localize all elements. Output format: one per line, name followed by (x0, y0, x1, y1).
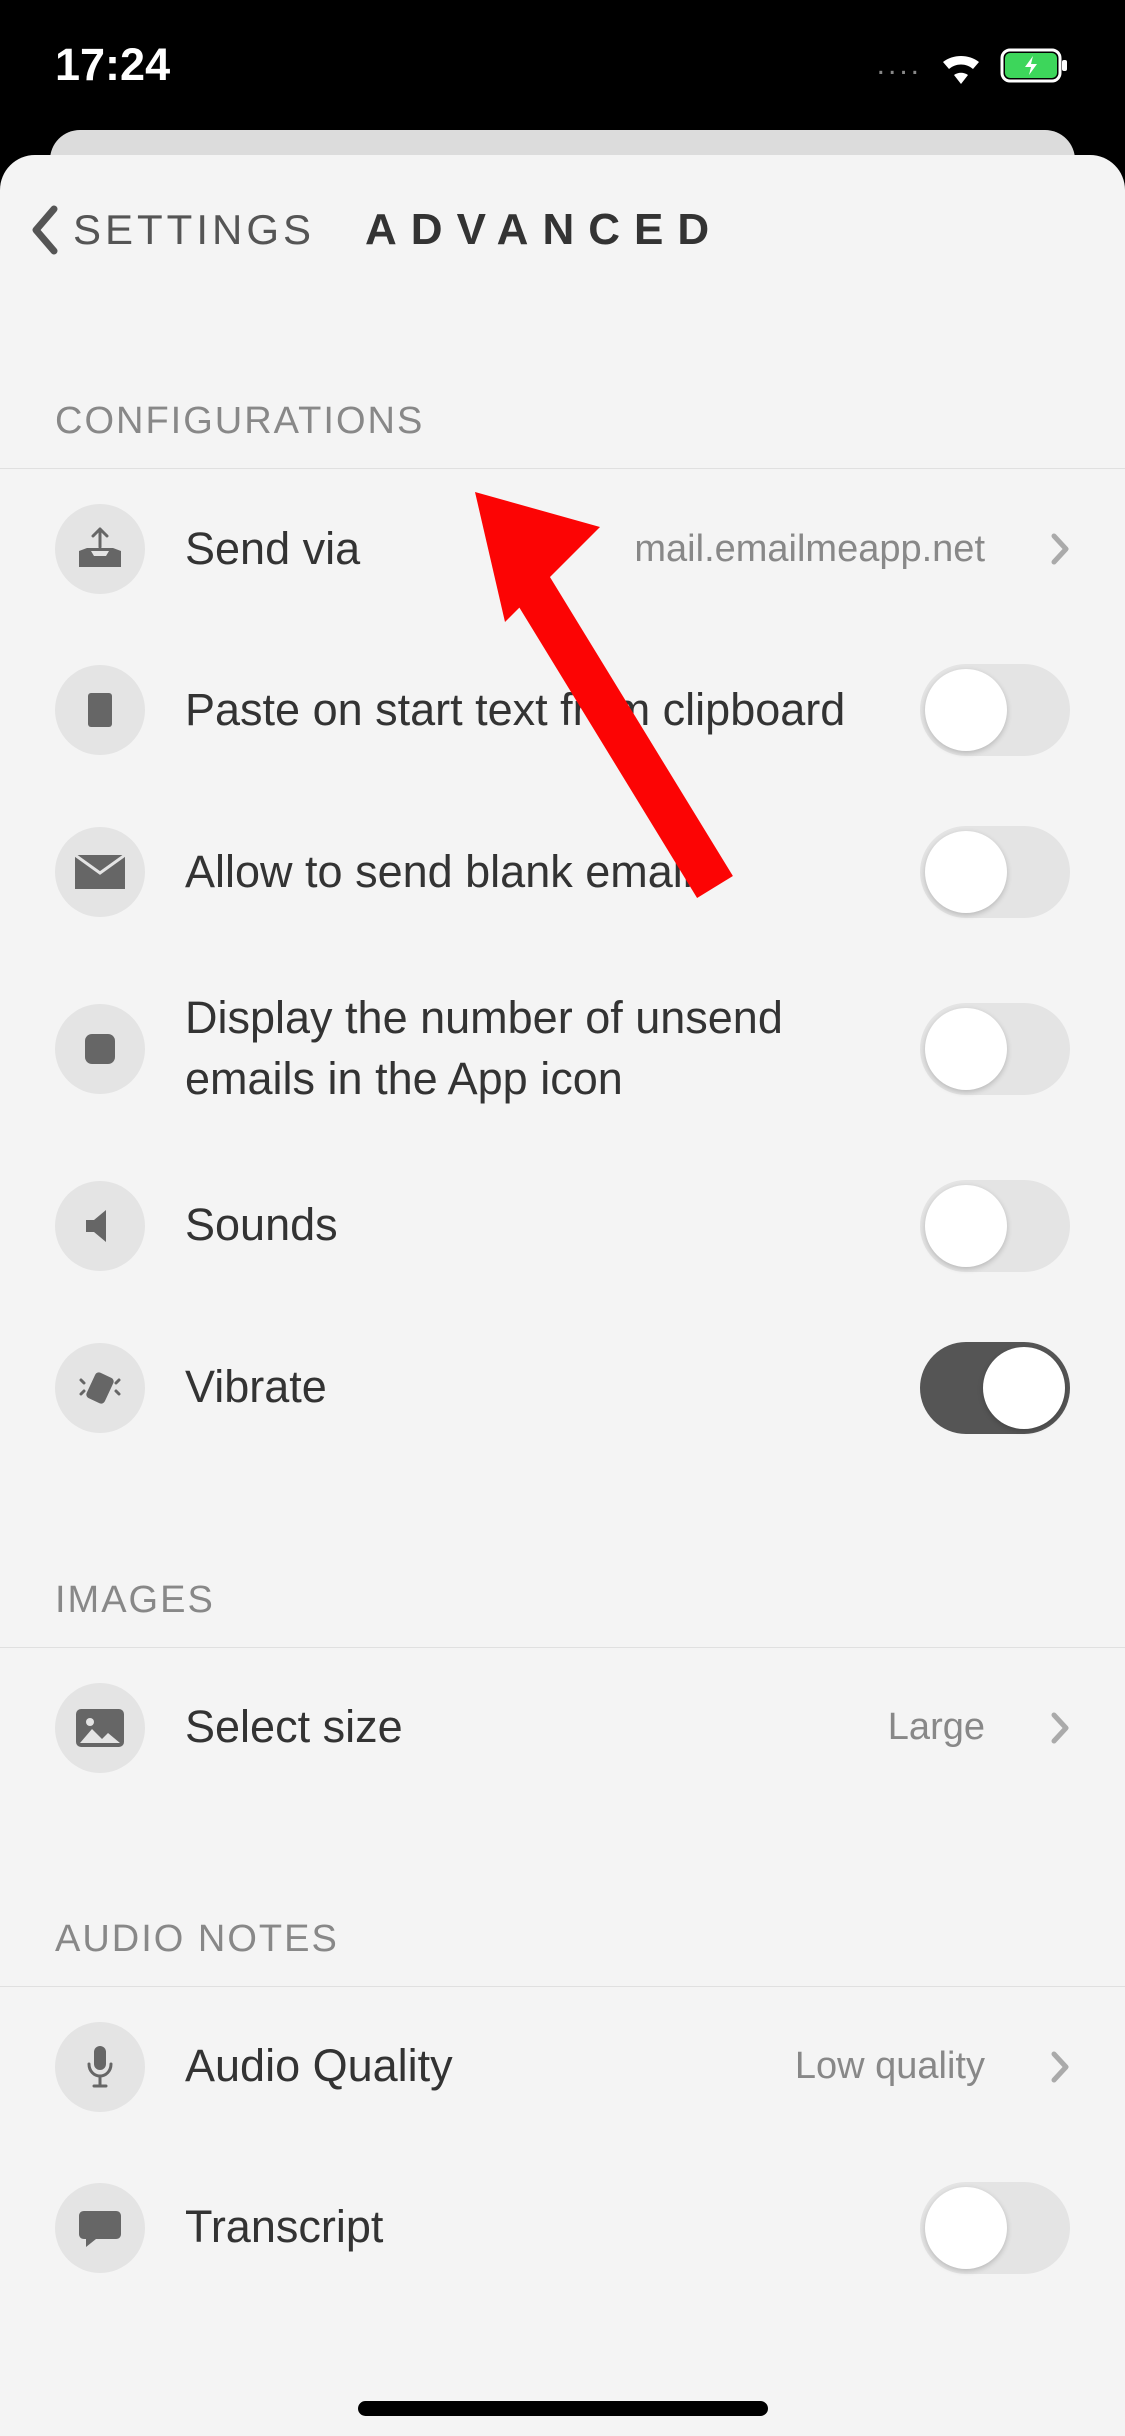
row-blank-emails[interactable]: Allow to send blank emails (0, 791, 1125, 953)
audio-notes-list: Audio Quality Low quality Transcript (0, 1986, 1125, 2309)
chevron-right-icon (1050, 1711, 1070, 1745)
row-send-via[interactable]: Send via mail.emailmeapp.net (0, 469, 1125, 629)
row-value: Large (888, 1706, 985, 1749)
back-button[interactable]: SETTINGS (30, 205, 315, 255)
home-indicator[interactable] (358, 2401, 768, 2416)
row-label: Display the number of unsend emails in t… (185, 988, 880, 1110)
toggle-sounds[interactable] (920, 1180, 1070, 1272)
vibrate-icon (55, 1343, 145, 1433)
section-header-images: IMAGES (0, 1469, 1125, 1647)
page-title: ADVANCED (365, 205, 723, 255)
nav-header: SETTINGS ADVANCED (0, 155, 1125, 290)
row-select-size[interactable]: Select size Large (0, 1648, 1125, 1808)
clipboard-icon (55, 665, 145, 755)
row-display-unsend[interactable]: Display the number of unsend emails in t… (0, 953, 1125, 1145)
row-label: Transcript (185, 2197, 880, 2258)
outbox-icon (55, 504, 145, 594)
back-label: SETTINGS (73, 206, 315, 254)
status-time: 17:24 (55, 39, 170, 91)
status-icons: .... (877, 46, 1070, 84)
section-header-configurations: CONFIGURATIONS (0, 290, 1125, 468)
toggle-paste[interactable] (920, 664, 1070, 756)
row-transcript[interactable]: Transcript (0, 2147, 1125, 2309)
row-value: Low quality (795, 2045, 985, 2088)
row-label: Audio Quality (185, 2036, 755, 2097)
images-list: Select size Large (0, 1647, 1125, 1808)
toggle-display-unsend[interactable] (920, 1003, 1070, 1095)
row-label: Vibrate (185, 1357, 880, 1418)
row-label: Send via (185, 519, 594, 580)
microphone-icon (55, 2022, 145, 2112)
toggle-transcript[interactable] (920, 2182, 1070, 2274)
toggle-vibrate[interactable] (920, 1342, 1070, 1434)
row-value: mail.emailmeapp.net (634, 528, 985, 571)
row-label: Select size (185, 1697, 848, 1758)
app-badge-icon (55, 1004, 145, 1094)
speaker-icon (55, 1181, 145, 1271)
row-label: Allow to send blank emails (185, 842, 880, 903)
row-sounds[interactable]: Sounds (0, 1145, 1125, 1307)
main-sheet: SETTINGS ADVANCED CONFIGURATIONS Send vi… (0, 155, 1125, 2436)
chevron-left-icon (30, 205, 58, 255)
chevron-right-icon (1050, 532, 1070, 566)
toggle-blank-emails[interactable] (920, 826, 1070, 918)
row-vibrate[interactable]: Vibrate (0, 1307, 1125, 1469)
wifi-icon (937, 46, 985, 84)
section-header-audio-notes: AUDIO NOTES (0, 1808, 1125, 1986)
configurations-list: Send via mail.emailmeapp.net Paste on st… (0, 468, 1125, 1469)
battery-charging-icon (1000, 48, 1070, 83)
image-icon (55, 1683, 145, 1773)
row-audio-quality[interactable]: Audio Quality Low quality (0, 1987, 1125, 2147)
chevron-right-icon (1050, 2050, 1070, 2084)
cellular-dots-icon: .... (877, 48, 922, 82)
envelope-icon (55, 827, 145, 917)
row-label: Sounds (185, 1195, 880, 1256)
row-label: Paste on start text from clipboard (185, 680, 880, 741)
row-paste-clipboard[interactable]: Paste on start text from clipboard (0, 629, 1125, 791)
chat-bubble-icon (55, 2183, 145, 2273)
status-bar: 17:24 .... (0, 0, 1125, 130)
